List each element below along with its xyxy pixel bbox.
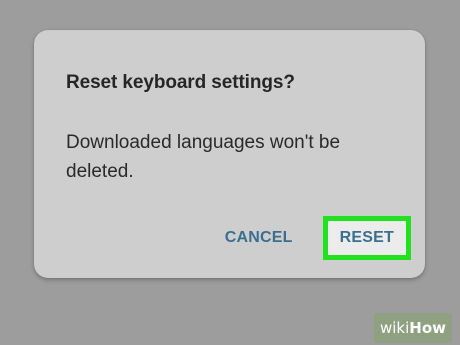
watermark-how-text: How [409,319,446,337]
reset-button[interactable]: RESET [322,216,411,260]
dialog-actions: CANCEL RESET [225,212,411,264]
screen-backdrop: Reset keyboard settings? Downloaded lang… [0,0,460,345]
watermark-wiki-text: wiki [379,319,410,337]
dialog-message: Downloaded languages won't be deleted. [66,132,341,182]
reset-keyboard-dialog: Reset keyboard settings? Downloaded lang… [34,30,425,278]
dialog-title: Reset keyboard settings? [66,72,295,93]
cancel-button[interactable]: CANCEL [225,229,293,247]
wikihow-watermark: wiki How [373,313,452,343]
